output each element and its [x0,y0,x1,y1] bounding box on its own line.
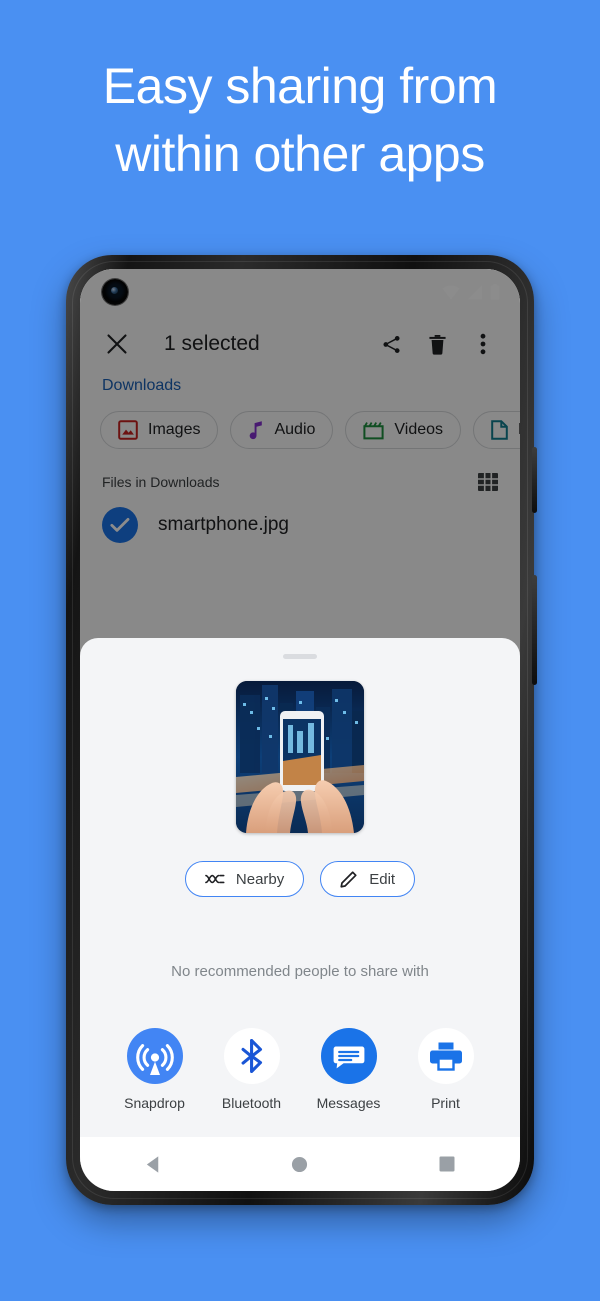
bluetooth-glyph [241,1039,262,1073]
share-preview [80,681,520,833]
pencil-icon [340,871,357,888]
printer-icon [417,1028,474,1084]
share-target-messages[interactable]: Messages [306,1028,392,1111]
recents-square-icon [439,1156,455,1172]
promo-headline: Easy sharing from within other apps [0,52,600,188]
share-target-snapdrop-label: Snapdrop [124,1095,185,1111]
home-circle-icon [292,1156,308,1172]
promo-stage: Easy sharing from within other apps 1 se… [0,0,600,1301]
phone-mockup: 1 selected Downloads Images Audio Videos… [66,255,537,1205]
image-thumbnail-icon [236,681,364,833]
share-target-bluetooth-label: Bluetooth [221,1095,282,1111]
headline-line-2: within other apps [115,126,485,182]
phone-screen: 1 selected Downloads Images Audio Videos… [80,269,520,1191]
drag-handle[interactable] [283,654,317,659]
nav-home-button[interactable] [271,1144,329,1184]
thumbnail-artwork [236,681,364,833]
nearby-button[interactable]: Nearby [184,861,305,897]
nav-recents-button[interactable] [418,1144,476,1184]
share-actions: Nearby Edit [80,861,520,897]
share-target-print[interactable]: Print [403,1028,489,1111]
messages-glyph [333,1046,364,1069]
snapdrop-radar-icon [126,1028,183,1084]
android-navigation-bar [80,1137,520,1191]
messages-bubble-icon [320,1028,377,1084]
nearby-share-icon [205,874,225,884]
share-targets: Snapdrop Bluetooth Messages Print [80,980,520,1137]
share-sheet: Nearby Edit No recommended people to sha… [80,638,520,1137]
share-target-snapdrop[interactable]: Snapdrop [112,1028,198,1111]
edit-button-label: Edit [369,870,396,888]
back-triangle-icon [146,1155,159,1173]
share-target-print-label: Print [431,1095,460,1111]
edit-button[interactable]: Edit [320,861,416,897]
nearby-button-label: Nearby [235,870,285,888]
printer-glyph [429,1042,462,1071]
no-recommendations-message: No recommended people to share with [171,963,429,980]
headline-line-1: Easy sharing from [102,58,498,114]
share-target-messages-label: Messages [316,1095,381,1111]
nav-back-button[interactable] [124,1144,182,1184]
share-target-bluetooth[interactable]: Bluetooth [209,1028,295,1111]
phone-volume-button[interactable] [532,575,537,685]
snapdrop-glyph [135,1044,174,1075]
bluetooth-icon [223,1028,280,1084]
phone-power-button[interactable] [532,447,537,513]
